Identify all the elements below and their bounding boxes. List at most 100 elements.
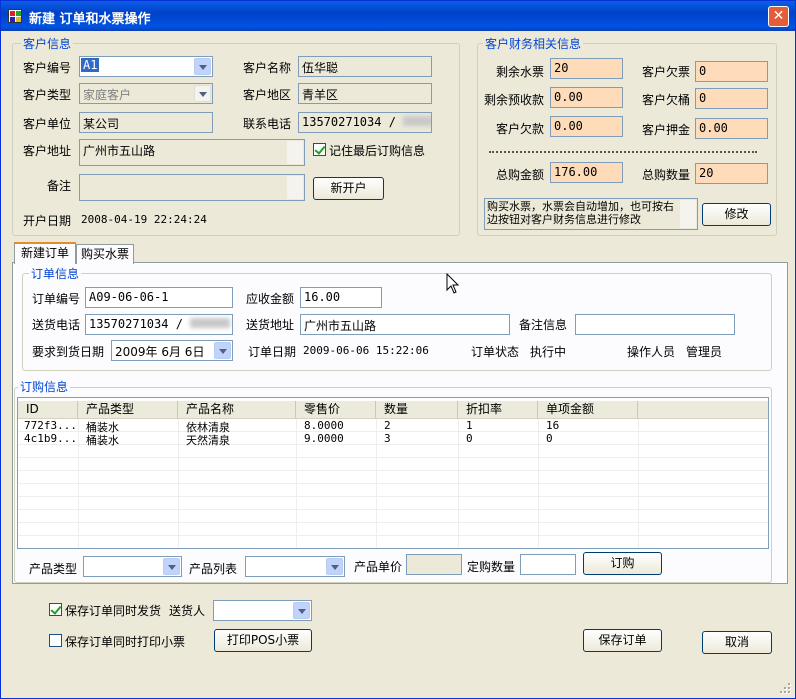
title-bar[interactable]: 新建 订单和水票操作 ✕ xyxy=(1,1,795,31)
customer-id-select[interactable]: A1 xyxy=(79,56,213,77)
owe-tickets-label: 客户欠票 xyxy=(642,65,691,79)
new-account-button[interactable]: 新开户 xyxy=(313,177,384,200)
chevron-down-icon[interactable] xyxy=(214,342,231,359)
cell-id: 772f3... xyxy=(24,419,77,432)
prepaid-field[interactable]: 0.00 xyxy=(550,87,623,108)
receivable-field[interactable]: 16.00 xyxy=(300,287,382,308)
total-amount-field[interactable]: 176.00 xyxy=(550,162,623,183)
customer-info-title: 客户信息 xyxy=(21,35,74,52)
customer-type-value: 家庭客户 xyxy=(83,88,132,102)
ship-on-save-label: 保存订单同时发货 xyxy=(65,604,162,618)
ship-on-save-checkbox[interactable] xyxy=(49,603,62,616)
required-date-value: 2009年 6月 6日 xyxy=(115,345,205,359)
total-amount-label: 总购金额 xyxy=(496,168,545,182)
required-date-picker[interactable]: 2009年 6月 6日 xyxy=(111,340,233,361)
open-date-label: 开户日期 xyxy=(23,214,72,228)
customer-phone-label: 联系电话 xyxy=(243,117,292,131)
order-no-field[interactable]: A09-06-06-1 xyxy=(85,287,233,308)
grid-line xyxy=(18,535,768,536)
order-button[interactable]: 订购 xyxy=(583,552,662,575)
left-tickets-label: 剩余水票 xyxy=(496,65,545,79)
print-on-save-checkbox[interactable] xyxy=(49,634,62,647)
items-grid[interactable]: ID 产品类型 产品名称 零售价 数量 折扣率 单项金额 772f3... 桶装… xyxy=(17,397,769,549)
product-type-select[interactable] xyxy=(83,556,182,577)
owe-tickets-field[interactable]: 0 xyxy=(695,61,768,82)
chevron-down-icon[interactable] xyxy=(326,558,343,575)
product-list-label: 产品列表 xyxy=(189,562,238,576)
col-header-amount[interactable]: 单项金额 xyxy=(538,401,638,419)
order-status-value: 执行中 xyxy=(530,345,567,359)
finance-hint-text: 购买水票，水票会自动增加，也可按右边按钮对客户财务信息进行修改 xyxy=(487,200,674,226)
chevron-down-icon[interactable] xyxy=(163,558,180,575)
chevron-down-icon[interactable] xyxy=(194,85,211,102)
save-order-button[interactable]: 保存订单 xyxy=(583,629,662,652)
table-row[interactable]: 772f3... 桶装水 依林清泉 8.0000 2 1 16 xyxy=(18,419,768,434)
open-date-value: 2008-04-19 22:24:24 xyxy=(81,213,207,226)
blurred-text xyxy=(403,116,431,126)
hint-scrollbar[interactable] xyxy=(680,200,696,228)
col-header-price[interactable]: 零售价 xyxy=(296,401,376,419)
delivery-phone-field[interactable]: 13570271034 / xyxy=(85,314,233,335)
col-header-discount[interactable]: 折扣率 xyxy=(458,401,538,419)
window-title: 新建 订单和水票操作 xyxy=(29,12,151,27)
cancel-button[interactable]: 取消 xyxy=(702,631,772,654)
order-qty-field[interactable] xyxy=(520,554,576,575)
operator-label: 操作人员 xyxy=(627,345,676,359)
note-field[interactable] xyxy=(79,174,305,201)
product-list-select[interactable] xyxy=(245,556,345,577)
customer-address-value: 广州市五山路 xyxy=(83,144,156,158)
tab-buy-tickets[interactable]: 购买水票 xyxy=(76,244,134,264)
courier-select[interactable] xyxy=(213,600,312,621)
customer-phone-value: 13570271034 / xyxy=(302,115,404,129)
app-icon xyxy=(8,9,22,23)
print-pos-button[interactable]: 打印POS小票 xyxy=(214,629,312,652)
total-qty-field[interactable]: 20 xyxy=(695,163,768,184)
left-tickets-field[interactable]: 20 xyxy=(550,58,623,79)
col-header-id[interactable]: ID xyxy=(18,401,78,419)
delivery-address-field[interactable]: 广州市五山路 xyxy=(300,314,510,335)
owe-buckets-field[interactable]: 0 xyxy=(695,88,768,109)
customer-region-field[interactable]: 青羊区 xyxy=(298,83,432,104)
address-scrollbar[interactable] xyxy=(287,141,303,164)
close-button[interactable]: ✕ xyxy=(768,6,789,27)
order-qty-label: 定购数量 xyxy=(467,560,516,574)
customer-region-label: 客户地区 xyxy=(243,88,292,102)
customer-address-field[interactable]: 广州市五山路 xyxy=(79,139,305,166)
owe-money-field[interactable]: 0.00 xyxy=(550,116,623,137)
owe-money-label: 客户欠款 xyxy=(496,122,545,136)
customer-unit-field[interactable]: 某公司 xyxy=(79,112,213,133)
col-header-type[interactable]: 产品类型 xyxy=(78,401,178,419)
remember-order-checkbox[interactable] xyxy=(313,143,326,156)
resize-grip-icon[interactable] xyxy=(779,682,793,696)
customer-type-label: 客户类型 xyxy=(23,88,72,102)
main-window: 新建 订单和水票操作 ✕ 客户信息 客户编号 A1 客户名称 伍华聪 客户类型 … xyxy=(0,0,796,699)
mouse-pointer-icon xyxy=(446,273,460,294)
product-price-field[interactable] xyxy=(406,554,462,575)
order-no-label: 订单编号 xyxy=(32,292,81,306)
required-date-label: 要求到货日期 xyxy=(32,345,105,359)
chevron-down-icon[interactable] xyxy=(194,58,211,75)
customer-type-select[interactable]: 家庭客户 xyxy=(79,83,213,104)
col-header-name[interactable]: 产品名称 xyxy=(178,401,296,419)
deposit-field[interactable]: 0.00 xyxy=(695,118,768,139)
courier-label: 送货人 xyxy=(169,604,206,618)
customer-phone-field[interactable]: 13570271034 / xyxy=(298,112,432,133)
grid-line xyxy=(18,509,768,510)
blurred-text xyxy=(190,318,231,328)
tab-new-order[interactable]: 新建订单 xyxy=(14,242,76,264)
customer-name-field[interactable]: 伍华聪 xyxy=(298,56,432,77)
table-row[interactable]: 4c1b9... 桶装水 天然清泉 9.0000 3 0 0 xyxy=(18,432,768,447)
cell-amount: 16 xyxy=(546,419,560,432)
cell-name: 天然清泉 xyxy=(186,434,230,447)
product-type-label: 产品类型 xyxy=(29,562,78,576)
cell-discount: 1 xyxy=(466,419,473,432)
customer-name-label: 客户名称 xyxy=(243,61,292,75)
items-title: 订购信息 xyxy=(18,378,71,395)
chevron-down-icon[interactable] xyxy=(293,602,310,619)
modify-button[interactable]: 修改 xyxy=(702,203,771,226)
remark-field[interactable] xyxy=(575,314,735,335)
remember-order-label: 记住最后订购信息 xyxy=(329,144,426,158)
order-date-value: 2009-06-06 15:22:06 xyxy=(303,344,429,357)
note-scrollbar[interactable] xyxy=(287,176,303,199)
col-header-qty[interactable]: 数量 xyxy=(376,401,458,419)
